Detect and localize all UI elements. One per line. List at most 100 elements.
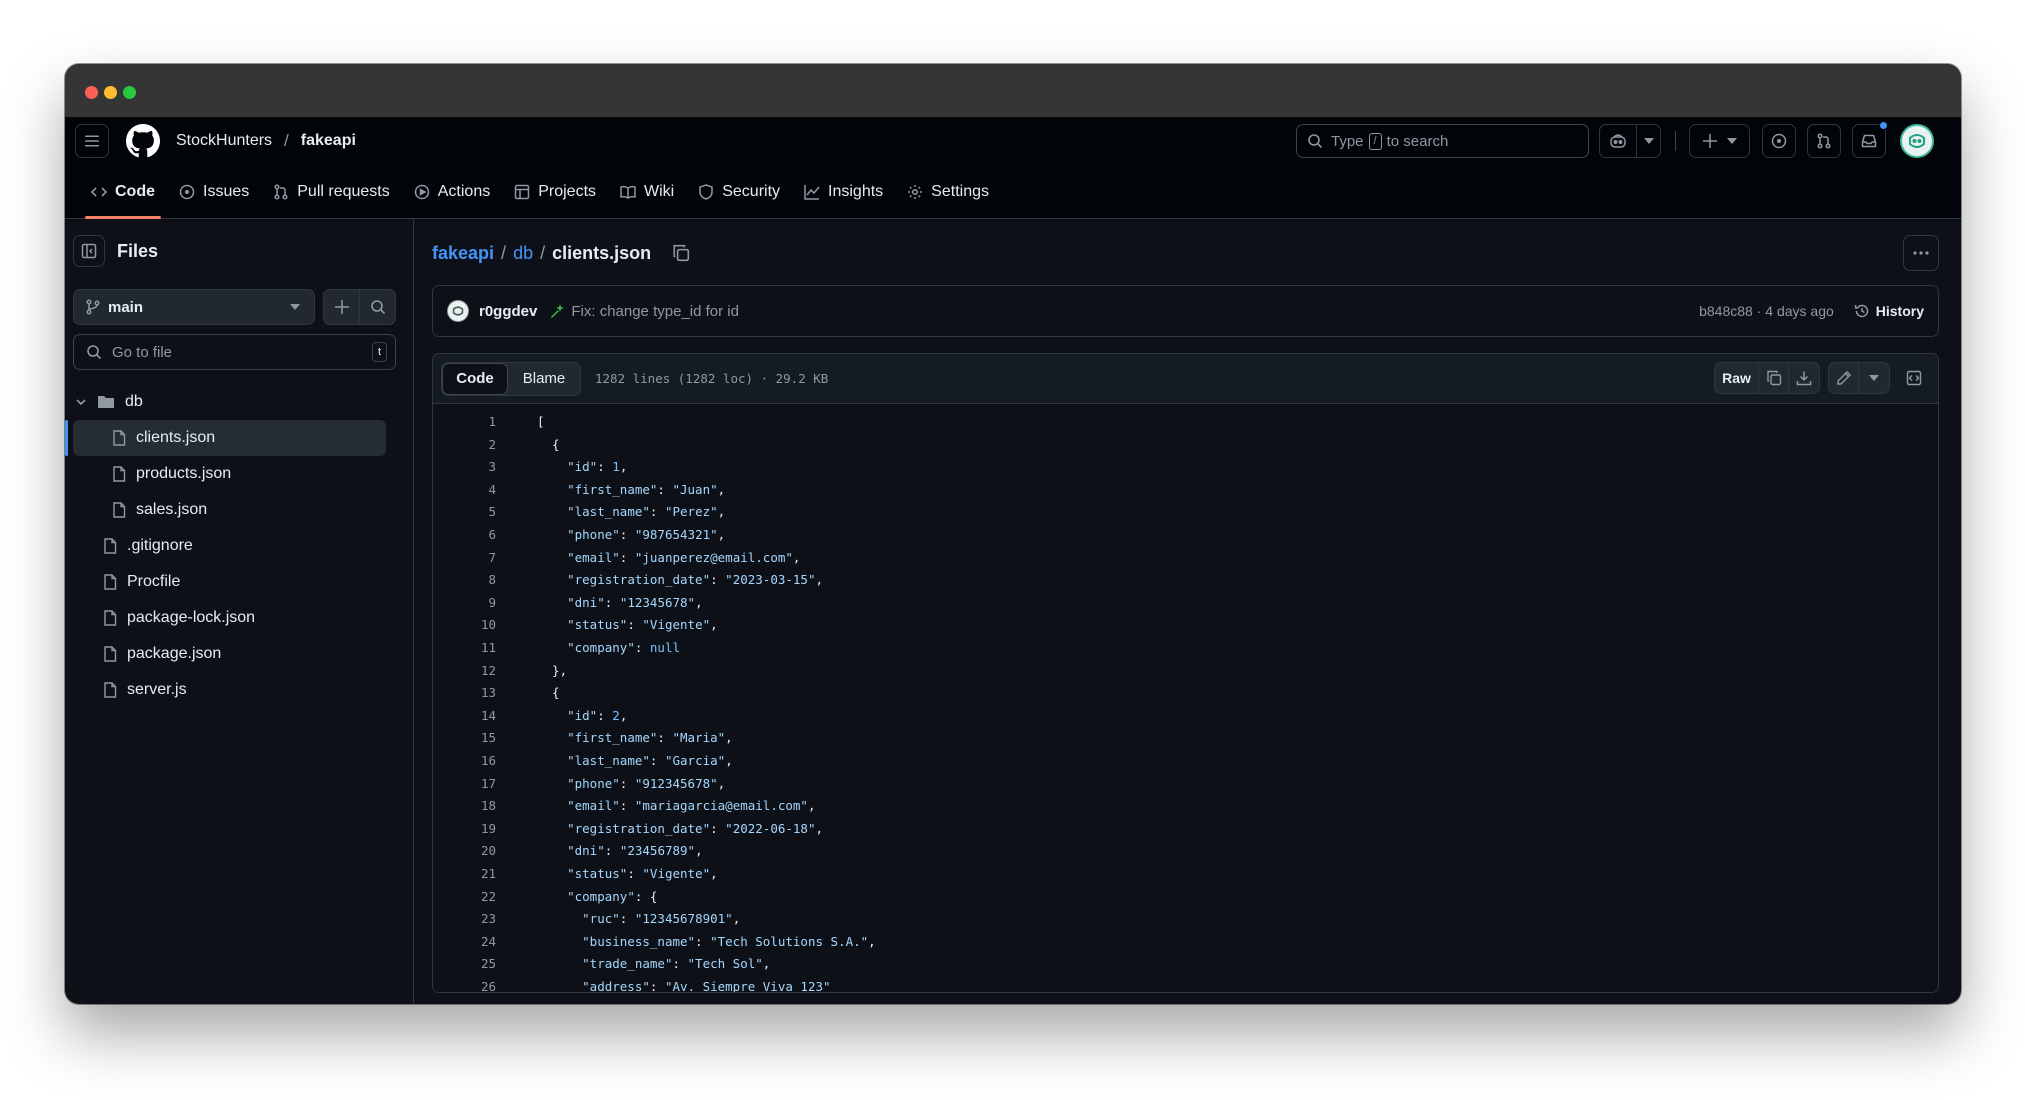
line-number[interactable]: 12 [433,663,496,678]
tree-file-products-json[interactable]: products.json [73,456,405,492]
minimize-window-button[interactable] [104,86,117,99]
tab-insights[interactable]: Insights [792,166,895,218]
line-number[interactable]: 2 [433,437,496,452]
header-divider [1675,131,1676,151]
create-new-button[interactable] [1689,124,1750,158]
avatar[interactable] [1900,124,1934,158]
edit-dropdown-button[interactable] [1859,363,1889,393]
line-number[interactable]: 13 [433,685,496,700]
line-number[interactable]: 21 [433,866,496,881]
go-to-file-input[interactable]: Go to file t [73,334,396,370]
copilot-dropdown-icon[interactable] [1637,138,1660,144]
breadcrumb-dir-link[interactable]: db [513,243,533,264]
line-number[interactable]: 17 [433,776,496,791]
line-number[interactable]: 15 [433,730,496,745]
line-number[interactable]: 9 [433,595,496,610]
history-label: History [1875,303,1924,319]
blame-view-tab[interactable]: Blame [508,363,580,395]
line-number[interactable]: 23 [433,911,496,926]
line-number[interactable]: 3 [433,459,496,474]
hamburger-menu-button[interactable] [75,124,109,158]
tree-file-gitignore[interactable]: .gitignore [73,528,405,564]
kebab-horizontal-icon [1913,251,1929,255]
file-name: sales.json [136,501,208,518]
line-number[interactable]: 19 [433,821,496,836]
line-number[interactable]: 18 [433,798,496,813]
more-options-button[interactable] [1903,235,1939,271]
tab-issues[interactable]: Issues [167,166,261,218]
issues-button[interactable] [1762,124,1796,158]
tab-actions[interactable]: Actions [402,166,502,218]
tree-file-server-js[interactable]: server.js [73,672,405,708]
code-line: [ [537,414,545,429]
code-line: "last_name": "Garcia", [567,753,733,768]
code-viewer[interactable]: 1[2 {3 "id": 1, 4 "first_name": "Juan", 5 … [433,404,1938,992]
close-window-button[interactable] [85,86,98,99]
raw-button[interactable]: Raw [1715,363,1759,393]
code-view-tab[interactable]: Code [442,362,508,395]
copy-raw-button[interactable] [1759,363,1789,393]
copy-path-icon[interactable] [672,244,690,262]
repo-owner-link[interactable]: StockHunters [176,132,272,150]
github-logo-icon[interactable] [126,124,160,158]
tree-file-sales-json[interactable]: sales.json [73,492,405,528]
commit-message[interactable]: Fix: change type_id for id [571,303,739,320]
search-input[interactable]: Type / to search [1296,124,1589,158]
tree-file-procfile[interactable]: Procfile [73,564,405,600]
line-number[interactable]: 1 [433,414,496,429]
file-icon [104,538,117,554]
download-button[interactable] [1789,363,1819,393]
breadcrumb-separator: / [284,131,289,150]
line-number[interactable]: 22 [433,889,496,904]
tab-label: Code [115,183,155,200]
tree-file-package-json[interactable]: package.json [73,636,405,672]
go-to-file-placeholder: Go to file [112,343,173,361]
code-line: "registration_date": "2023-03-15", [567,572,824,588]
line-number[interactable]: 16 [433,753,496,768]
line-number[interactable]: 25 [433,956,496,971]
file-box: Code Blame 1282 lines (1282 loc) · 29.2 … [432,353,1939,993]
inbox-button[interactable] [1852,121,1888,158]
folder-name: db [125,393,143,410]
search-files-button[interactable] [360,290,395,324]
tab-pull-requests[interactable]: Pull requests [261,166,402,218]
file-meta: 1282 lines (1282 loc) · 29.2 KB [595,371,829,386]
line-number[interactable]: 6 [433,527,496,542]
line-number[interactable]: 7 [433,550,496,565]
tree-file-clients-json[interactable]: clients.json [65,420,386,456]
tab-wiki[interactable]: Wiki [608,166,686,218]
tab-code[interactable]: Code [79,166,167,219]
commit-sha-time[interactable]: b848c88 · 4 days ago [1699,303,1834,319]
line-number[interactable]: 20 [433,843,496,858]
breadcrumb-repo-link[interactable]: fakeapi [432,243,494,264]
line-number[interactable]: 4 [433,482,496,497]
branch-selector[interactable]: main [73,289,315,325]
copy-icon [1766,370,1781,386]
pull-requests-button[interactable] [1807,124,1841,158]
git-branch-icon [86,299,100,315]
history-button[interactable]: History [1854,303,1924,319]
table-icon [514,184,530,200]
line-number[interactable]: 10 [433,617,496,632]
symbols-panel-button[interactable] [1898,362,1930,394]
line-number[interactable]: 5 [433,504,496,519]
line-number[interactable]: 14 [433,708,496,723]
add-file-button[interactable] [324,290,360,324]
repo-name-link[interactable]: fakeapi [301,132,356,150]
copilot-icon[interactable] [1600,133,1636,149]
line-number[interactable]: 26 [433,979,496,992]
tree-folder-db[interactable]: db [73,384,405,420]
line-number[interactable]: 8 [433,572,496,587]
tab-projects[interactable]: Projects [502,166,608,218]
maximize-window-button[interactable] [123,86,136,99]
line-number[interactable]: 24 [433,934,496,949]
tree-file-package-lock-json[interactable]: package-lock.json [73,600,405,636]
tab-settings[interactable]: Settings [895,166,1001,218]
line-number[interactable]: 11 [433,640,496,655]
code-line: "id": 2, [567,707,628,723]
commit-author[interactable]: r0ggdev [479,303,537,320]
edit-file-button[interactable] [1829,363,1859,393]
avatar[interactable] [447,300,469,322]
collapse-sidebar-button[interactable] [73,235,105,267]
tab-security[interactable]: Security [686,166,792,218]
